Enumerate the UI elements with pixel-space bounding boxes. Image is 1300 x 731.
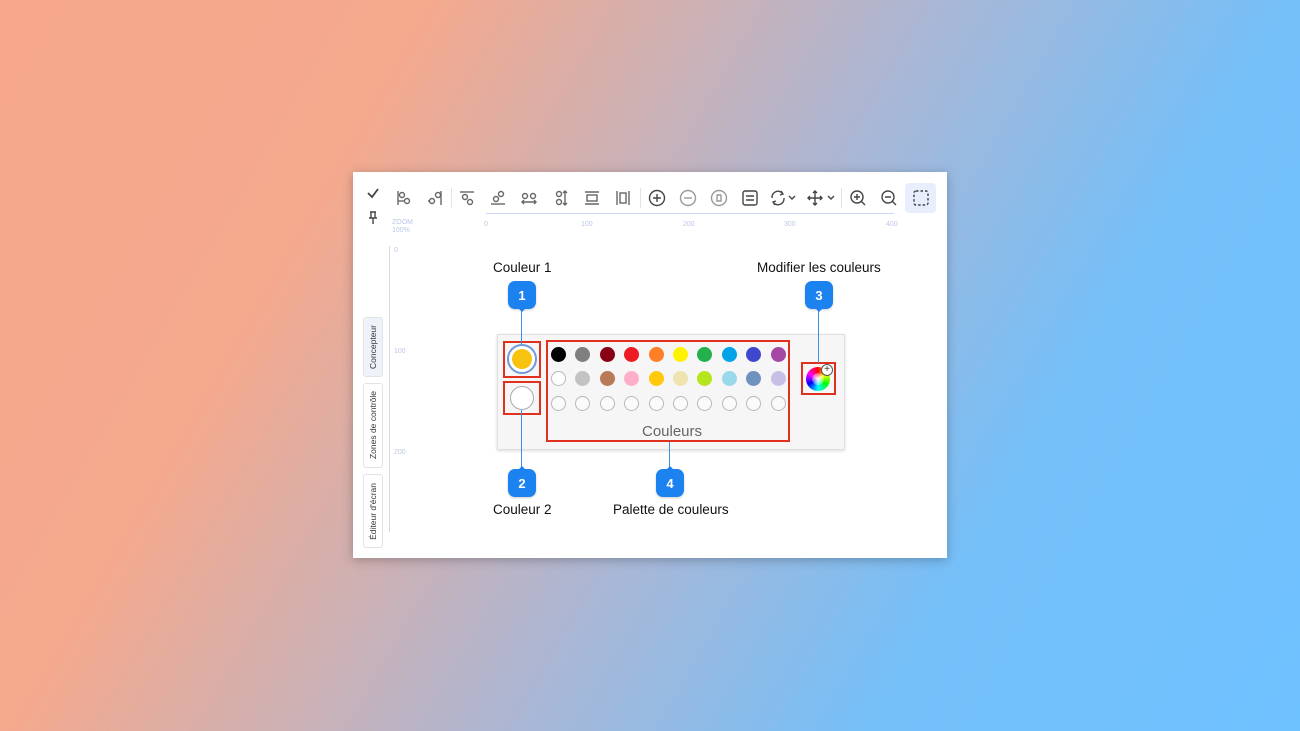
zoom-label: ZOOM [392, 219, 413, 226]
properties-icon[interactable] [738, 186, 762, 210]
select-area-icon[interactable] [905, 183, 936, 213]
callout-line [818, 309, 819, 363]
ruler-tick: 400 [886, 221, 898, 228]
callout-line [521, 410, 522, 470]
callout-label-3: Modifier les couleurs [757, 260, 881, 275]
palette-swatch[interactable] [599, 371, 615, 386]
palette-empty-slot[interactable] [551, 396, 566, 411]
same-width-icon[interactable] [580, 186, 604, 210]
tab-label: Zones de contrôle [368, 391, 378, 460]
color-wheel-center [812, 373, 824, 385]
palette-swatch[interactable] [721, 347, 737, 362]
align-bottom-icon[interactable] [486, 186, 510, 210]
ruler-tick: 100 [581, 221, 593, 228]
color2-button[interactable] [510, 386, 534, 410]
palette-swatch[interactable] [770, 347, 786, 362]
colors-group-label: Couleurs [641, 423, 703, 440]
same-height-icon[interactable] [611, 186, 635, 210]
delete-circle-icon[interactable] [707, 186, 731, 210]
remove-circle-icon[interactable] [676, 186, 700, 210]
pin-icon[interactable] [361, 206, 385, 230]
ruler-tick: 200 [683, 221, 695, 228]
ruler-tick: 0 [484, 221, 488, 228]
palette-swatch[interactable] [551, 347, 566, 362]
palette-swatch[interactable] [599, 347, 615, 362]
distribute-v-icon[interactable] [549, 186, 573, 210]
ruler-tick: 300 [784, 221, 796, 228]
palette-swatch[interactable] [721, 371, 737, 386]
toolbar-divider [451, 188, 452, 208]
color1-button[interactable] [507, 344, 537, 374]
toolbar-divider [841, 188, 842, 208]
toolbar-divider [640, 188, 641, 208]
zoom-out-icon[interactable] [877, 186, 901, 210]
rotate-icon[interactable] [766, 186, 798, 210]
callout-badge-3: 3 [805, 281, 833, 312]
palette-empty-slot[interactable] [721, 396, 737, 411]
callout-label-2: Couleur 2 [493, 502, 552, 517]
ruler-tick: 200 [394, 449, 406, 456]
palette-swatch[interactable] [673, 347, 688, 362]
palette-empty-slot[interactable] [648, 396, 664, 411]
tab-editeur-ecran[interactable]: Éditeur d'écran [363, 474, 383, 548]
tab-concepteur[interactable]: Concepteur [363, 317, 383, 377]
palette-swatch[interactable] [648, 371, 664, 386]
add-circle-icon[interactable] [645, 186, 669, 210]
align-top-icon[interactable] [455, 186, 479, 210]
callout-badge-4: 4 [656, 466, 684, 497]
zoom-in-icon[interactable] [846, 186, 870, 210]
palette-empty-slot[interactable] [770, 396, 786, 411]
palette-empty-slot[interactable] [673, 396, 688, 411]
callout-badge-1: 1 [508, 281, 536, 312]
align-center-h-icon[interactable] [423, 186, 447, 210]
distribute-h-icon[interactable] [517, 186, 541, 210]
align-left-icon[interactable] [392, 186, 416, 210]
tab-zones-de-controle[interactable]: Zones de contrôle [363, 383, 383, 468]
horizontal-ruler [486, 213, 894, 214]
move-icon[interactable] [802, 186, 838, 210]
color1-swatch [512, 349, 532, 369]
ruler-tick: 100 [394, 348, 406, 355]
vertical-ruler [389, 246, 390, 532]
palette-swatch[interactable] [648, 347, 664, 362]
palette-swatch[interactable] [770, 371, 786, 386]
tab-label: Concepteur [368, 325, 378, 369]
palette-empty-slot[interactable] [599, 396, 615, 411]
plus-icon: + [821, 364, 833, 376]
ruler-tick: 0 [394, 247, 398, 254]
zoom-value: 100% [392, 227, 410, 234]
checkmark-icon[interactable] [361, 181, 385, 205]
palette-swatch[interactable] [551, 371, 566, 386]
callout-badge-2: 2 [508, 466, 536, 497]
tab-label: Éditeur d'écran [368, 482, 378, 540]
palette-swatch[interactable] [673, 371, 688, 386]
callout-label-1: Couleur 1 [493, 260, 552, 275]
callout-label-4: Palette de couleurs [613, 502, 729, 517]
